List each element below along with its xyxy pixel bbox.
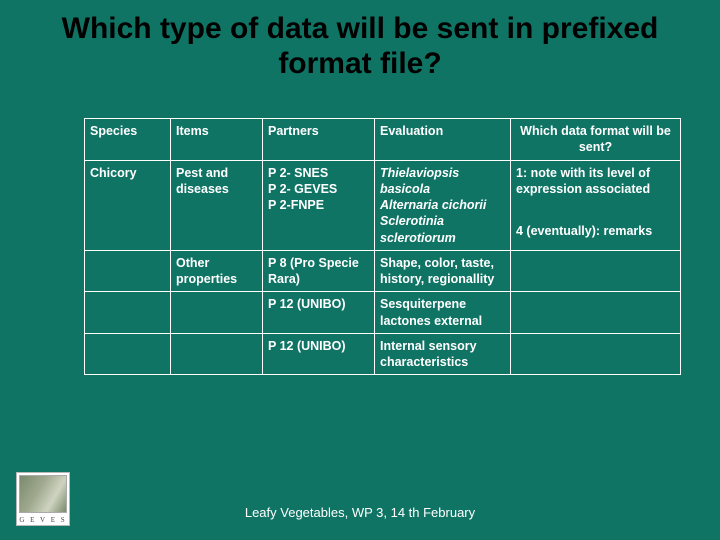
cell-format (511, 292, 681, 334)
col-header-evaluation: Evaluation (375, 119, 511, 161)
table-row: Chicory Pest and diseases P 2- SNESP 2- … (85, 160, 681, 250)
cell-evaluation: Shape, color, taste, history, regionalli… (375, 250, 511, 292)
col-header-partners: Partners (263, 119, 375, 161)
cell-items (171, 292, 263, 334)
cell-format: 1: note with its level of expression ass… (511, 160, 681, 250)
org-logo-image (19, 475, 67, 513)
col-header-items: Items (171, 119, 263, 161)
table-row: Other properties P 8 (Pro Specie Rara) S… (85, 250, 681, 292)
page-title: Which type of data will be sent in prefi… (20, 12, 700, 81)
table-row: P 12 (UNIBO) Sesquiterpene lactones exte… (85, 292, 681, 334)
cell-species (85, 333, 171, 375)
col-header-species: Species (85, 119, 171, 161)
cell-format (511, 250, 681, 292)
slide-footer: Leafy Vegetables, WP 3, 14 th February (0, 505, 720, 520)
org-logo: G E V E S (16, 472, 70, 526)
data-table: Species Items Partners Evaluation Which … (84, 118, 681, 375)
col-header-format: Which data format will be sent? (511, 119, 681, 161)
cell-partners: P 12 (UNIBO) (263, 292, 375, 334)
table-row: P 12 (UNIBO) Internal sensory characteri… (85, 333, 681, 375)
cell-evaluation: Internal sensory characteristics (375, 333, 511, 375)
cell-species (85, 292, 171, 334)
cell-partners: P 2- SNESP 2- GEVESP 2-FNPE (263, 160, 375, 250)
org-logo-text: G E V E S (17, 515, 69, 525)
cell-partners: P 12 (UNIBO) (263, 333, 375, 375)
cell-evaluation: Thielaviopsis basicolaAlternaria cichori… (375, 160, 511, 250)
cell-partners: P 8 (Pro Specie Rara) (263, 250, 375, 292)
data-table-wrap: Species Items Partners Evaluation Which … (84, 118, 680, 375)
cell-items: Pest and diseases (171, 160, 263, 250)
table-header-row: Species Items Partners Evaluation Which … (85, 119, 681, 161)
cell-species: Chicory (85, 160, 171, 250)
cell-items (171, 333, 263, 375)
cell-species (85, 250, 171, 292)
slide: Which type of data will be sent in prefi… (0, 0, 720, 540)
cell-format (511, 333, 681, 375)
cell-items: Other properties (171, 250, 263, 292)
cell-evaluation: Sesquiterpene lactones external (375, 292, 511, 334)
